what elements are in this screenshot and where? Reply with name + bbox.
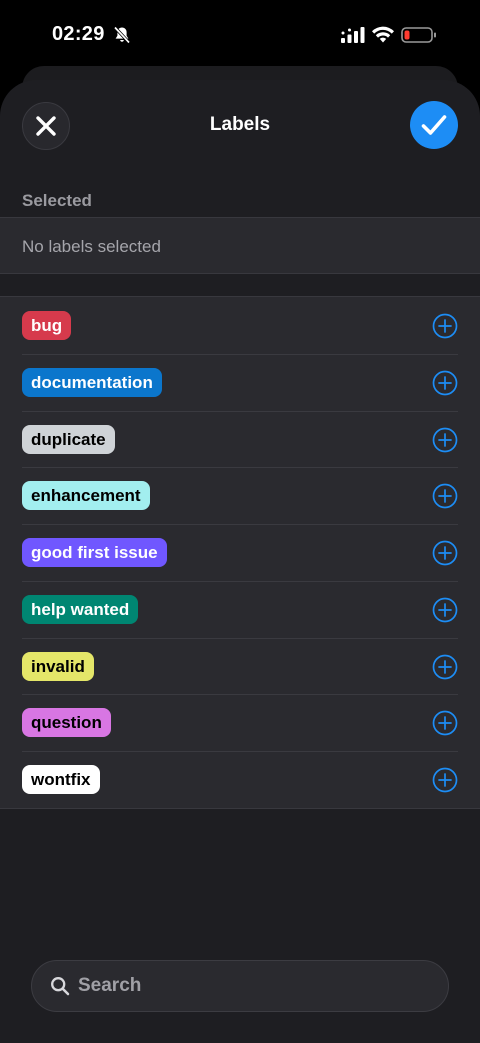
label-chip: enhancement [22,481,150,511]
plus-circle-icon[interactable] [432,483,458,509]
plus-circle-icon[interactable] [432,767,458,793]
plus-circle-icon[interactable] [432,313,458,339]
empty-selection-text: No labels selected [22,237,161,256]
battery-low-icon [401,27,436,43]
label-row[interactable]: good first issue [0,524,480,581]
label-row[interactable]: wontfix [0,751,480,808]
plus-circle-icon[interactable] [432,654,458,680]
plus-circle-icon[interactable] [432,710,458,736]
selected-section-header: Selected [22,191,92,210]
cellular-signal-icon [341,27,365,43]
plus-circle-icon[interactable] [432,370,458,396]
label-chip: help wanted [22,594,139,624]
checkmark-icon [421,115,447,135]
labels-sheet: Labels Selected No labels selected bug do… [0,80,480,1043]
wifi-icon [372,26,394,43]
plus-circle-icon[interactable] [432,597,458,623]
bell-slash-icon [113,26,131,44]
plus-circle-icon[interactable] [432,540,458,566]
search-input[interactable] [78,961,428,1011]
label-chip: documentation [22,367,162,397]
label-chip: duplicate [22,424,115,454]
label-row[interactable]: duplicate [0,410,480,468]
status-bar: 02:29 [0,0,480,70]
label-row[interactable]: documentation [0,353,480,411]
label-row[interactable]: enhancement [0,467,480,524]
selected-labels-box: No labels selected [0,217,480,274]
status-time: 02:29 [52,23,105,45]
search-bar[interactable] [31,960,449,1012]
label-row[interactable]: question [0,694,480,751]
done-button[interactable] [410,101,458,149]
labels-list: bug documentation duplicate enhancement good… [0,296,480,809]
label-row[interactable]: bug [0,297,480,354]
page-title: Labels [209,114,271,135]
search-icon [51,977,70,996]
label-chip: wontfix [22,765,100,794]
label-row[interactable]: help wanted [0,580,480,638]
plus-circle-icon[interactable] [432,427,458,453]
label-chip: question [22,708,111,738]
label-chip: invalid [22,651,94,681]
label-chip: bug [22,311,72,340]
label-chip: good first issue [22,538,167,567]
label-row[interactable]: invalid [0,637,480,695]
